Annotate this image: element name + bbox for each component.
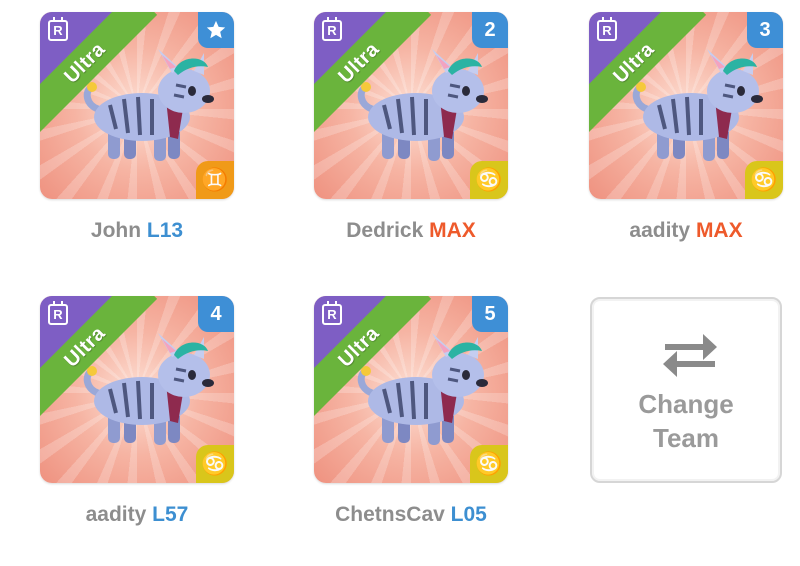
pet-level: L13 bbox=[146, 219, 184, 242]
pet-card[interactable]: Ultra R 2 ♋ bbox=[314, 12, 508, 199]
cancer-icon: ♋ bbox=[196, 445, 234, 483]
slot-number-badge: 4 bbox=[198, 296, 234, 332]
pet-level: L05 bbox=[450, 503, 487, 526]
change-team-button[interactable]: Change Team bbox=[590, 297, 782, 483]
slot-number-badge: 2 bbox=[472, 12, 508, 48]
pet-card[interactable]: Ultra R ♊ bbox=[40, 12, 234, 199]
pet-label: Dedrick MAX bbox=[294, 219, 528, 243]
pet-name: aadity bbox=[85, 503, 147, 526]
slot-number-badge: 3 bbox=[747, 12, 783, 48]
pet-name: John bbox=[90, 219, 142, 242]
cancer-icon: ♋ bbox=[470, 161, 508, 199]
pet-card[interactable]: Ultra R 4 ♋ bbox=[40, 296, 234, 483]
cancer-icon: ♋ bbox=[470, 445, 508, 483]
pet-name: Dedrick bbox=[346, 219, 424, 242]
pet-level: MAX bbox=[429, 219, 476, 242]
swap-arrows-icon bbox=[663, 334, 717, 377]
cancer-icon: ♋ bbox=[745, 161, 783, 199]
pet-card[interactable]: Ultra R 5 ♋ bbox=[314, 296, 508, 483]
pet-label: aadity L57 bbox=[20, 503, 254, 527]
pet-level: L57 bbox=[152, 503, 189, 526]
slot-number-badge: 5 bbox=[472, 296, 508, 332]
calendar-r-icon: R bbox=[597, 17, 617, 41]
pet-level: MAX bbox=[695, 219, 743, 242]
pet-label: ChetnsCav L05 bbox=[294, 503, 528, 527]
pet-card[interactable]: Ultra R 3 ♋ bbox=[589, 12, 783, 199]
calendar-r-icon: R bbox=[48, 301, 68, 325]
favorite-star-icon bbox=[198, 12, 234, 48]
calendar-r-icon: R bbox=[322, 17, 342, 41]
change-team-label: Change Team bbox=[638, 389, 734, 453]
calendar-r-icon: R bbox=[48, 17, 68, 41]
gemini-icon: ♊ bbox=[196, 161, 234, 199]
pet-name: aadity bbox=[629, 219, 691, 242]
pet-label: aadity MAX bbox=[569, 219, 800, 243]
pet-label: John L13 bbox=[20, 219, 254, 243]
calendar-r-icon: R bbox=[322, 301, 342, 325]
pet-name: ChetnsCav bbox=[335, 503, 445, 526]
